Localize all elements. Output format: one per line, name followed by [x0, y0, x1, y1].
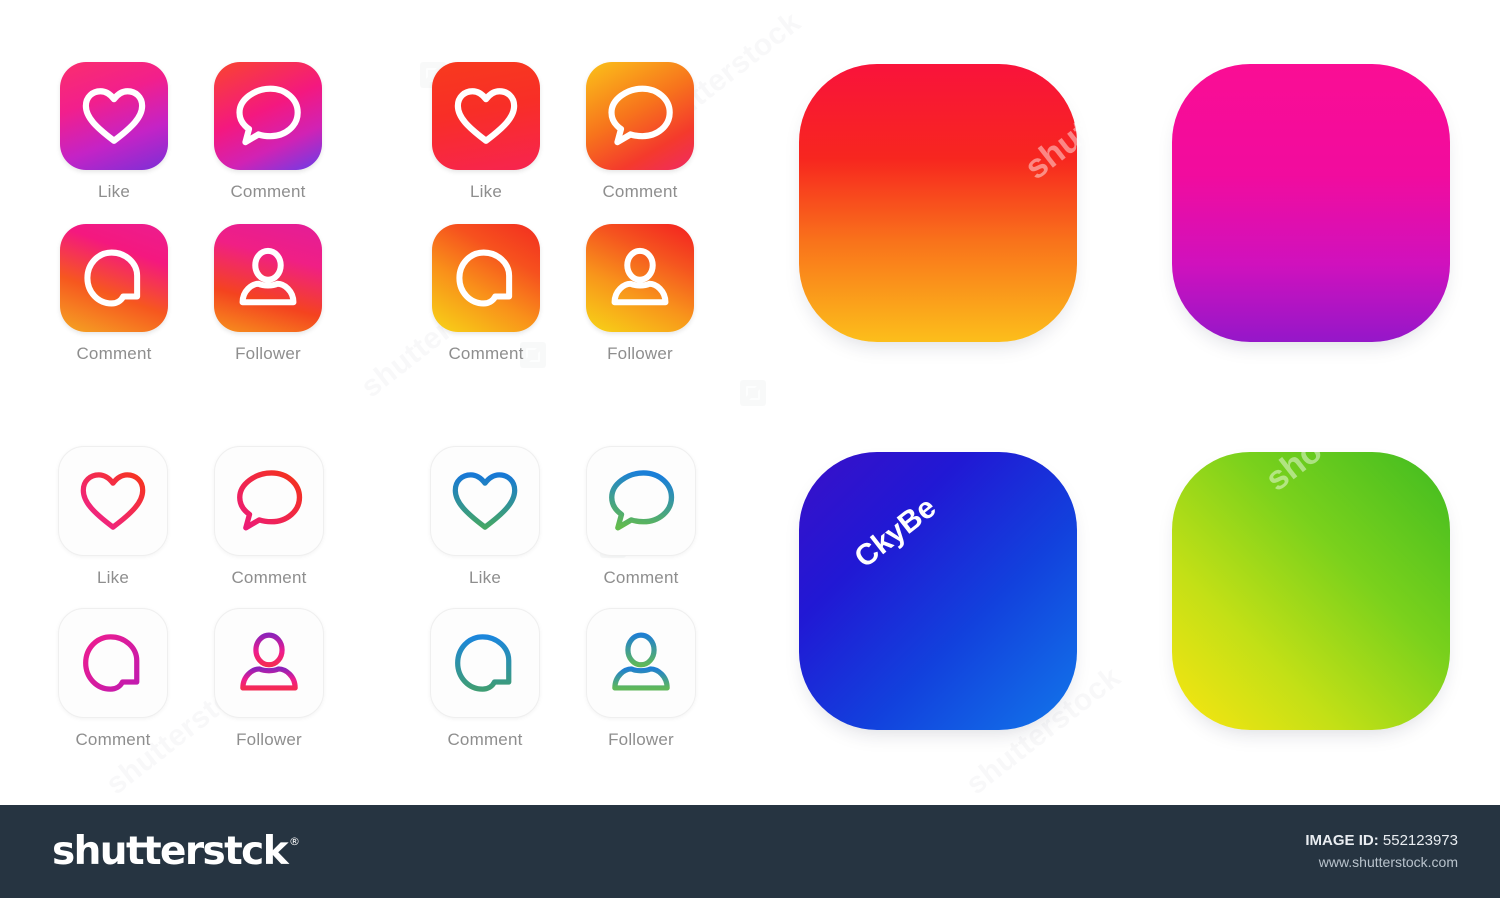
tile-follower[interactable] [214, 608, 324, 718]
icon-label: Comment [76, 344, 152, 363]
icon-cell-comment-1[interactable]: Comment [586, 446, 696, 586]
icon-label: Comment [75, 730, 151, 749]
icon-label: Comment [603, 568, 679, 587]
icon-set-outline-cool: Like Comment Comment Follower [430, 446, 696, 748]
icon-label: Comment [602, 182, 678, 201]
registered-mark: ® [289, 835, 301, 848]
square-watermark: CkyBe [848, 490, 943, 575]
icon-cell-follower[interactable]: Follower [586, 608, 696, 748]
shutterstock-logo[interactable]: shutterstck ® [52, 832, 300, 871]
image-id-value: 552123973 [1382, 832, 1458, 850]
icon-set-gradient-warm: Like Comment Comment Follower [432, 62, 694, 362]
icon-label: Follower [607, 344, 673, 363]
icon-label: Comment [231, 568, 307, 587]
image-id-line: IMAGE ID: 552123973 [1305, 830, 1458, 852]
shutterstock-banner: shutterstck ® IMAGE ID: 552123973 www.sh… [0, 805, 1500, 898]
icon-label: Comment [448, 344, 524, 363]
icon-cell-follower[interactable]: Follower [214, 608, 324, 748]
big-square-warm[interactable]: shutt [799, 64, 1106, 342]
square-watermark: shutt [1017, 106, 1107, 188]
icon-cell-like[interactable]: Like [430, 446, 540, 586]
tile-comment-2[interactable] [432, 224, 540, 332]
icon-set-outline-pink: Like Comment Comment Follower [58, 446, 324, 748]
tile-follower[interactable] [586, 224, 694, 332]
icon-label: Like [98, 182, 130, 201]
watermark-mark-icon [740, 380, 766, 406]
icon-cell-comment-1[interactable]: Comment [214, 446, 324, 586]
icon-cell-follower[interactable]: Follower [586, 224, 694, 362]
square-watermark: sho [1258, 431, 1330, 499]
icon-cell-comment-2[interactable]: Comment [58, 608, 168, 748]
banner-url[interactable]: www.shutterstock.com [1305, 852, 1458, 872]
heart-icon [82, 88, 146, 144]
icon-label: Follower [608, 730, 674, 749]
icon-label: Like [469, 568, 501, 587]
logo-text: shutterstck [52, 829, 289, 874]
speech-bubble-icon [609, 470, 675, 531]
person-icon [611, 247, 669, 306]
tile-comment-1[interactable] [586, 446, 696, 556]
heart-icon [454, 88, 518, 144]
person-icon [239, 247, 297, 306]
tile-comment-2[interactable] [58, 608, 168, 718]
tile-like[interactable] [58, 446, 168, 556]
teardrop-bubble-icon [455, 634, 512, 692]
icon-label: Comment [230, 182, 306, 201]
icon-label: Follower [236, 730, 302, 749]
heart-icon [452, 472, 518, 530]
icon-label: Follower [235, 344, 301, 363]
image-id-key: IMAGE ID: [1305, 832, 1379, 850]
tile-comment-1[interactable] [214, 446, 324, 556]
person-icon [612, 632, 670, 691]
big-square-magenta[interactable] [1172, 64, 1450, 342]
icon-cell-like[interactable]: Like [60, 62, 168, 200]
tile-comment-1[interactable] [214, 62, 322, 170]
icon-cell-comment-2[interactable]: Comment [60, 224, 168, 362]
icon-set-gradient-instagram: Like Comment Comment Follower [60, 62, 322, 362]
tile-comment-2[interactable] [60, 224, 168, 332]
icon-cell-comment-2[interactable]: Comment [430, 608, 540, 748]
icon-cell-comment-1[interactable]: Comment [586, 62, 694, 200]
artwork-canvas: shutterstock shutterstock shutterstock s… [0, 0, 1500, 805]
teardrop-bubble-icon [456, 249, 513, 307]
person-icon [240, 632, 298, 691]
banner-meta: IMAGE ID: 552123973 www.shutterstock.com [1305, 830, 1458, 872]
tile-follower[interactable] [586, 608, 696, 718]
tile-like[interactable] [430, 446, 540, 556]
icon-cell-comment-1[interactable]: Comment [214, 62, 322, 200]
icon-cell-like[interactable]: Like [58, 446, 168, 586]
tile-comment-1[interactable] [586, 62, 694, 170]
icon-cell-comment-2[interactable]: Comment [432, 224, 540, 362]
speech-bubble-icon [236, 85, 301, 146]
heart-icon [80, 472, 146, 530]
speech-bubble-icon [608, 85, 673, 146]
tile-comment-2[interactable] [430, 608, 540, 718]
tile-like[interactable] [60, 62, 168, 170]
icon-label: Comment [447, 730, 523, 749]
speech-bubble-icon [237, 470, 303, 531]
tile-like[interactable] [432, 62, 540, 170]
icon-cell-like[interactable]: Like [432, 62, 540, 200]
icon-label: Like [470, 182, 502, 201]
big-square-green[interactable]: sho [1172, 432, 1450, 730]
tile-follower[interactable] [214, 224, 322, 332]
icon-cell-follower[interactable]: Follower [214, 224, 322, 362]
big-square-blue[interactable]: CkyBe [799, 452, 1077, 730]
teardrop-bubble-icon [84, 249, 141, 307]
icon-label: Like [97, 568, 129, 587]
teardrop-bubble-icon [83, 634, 140, 692]
